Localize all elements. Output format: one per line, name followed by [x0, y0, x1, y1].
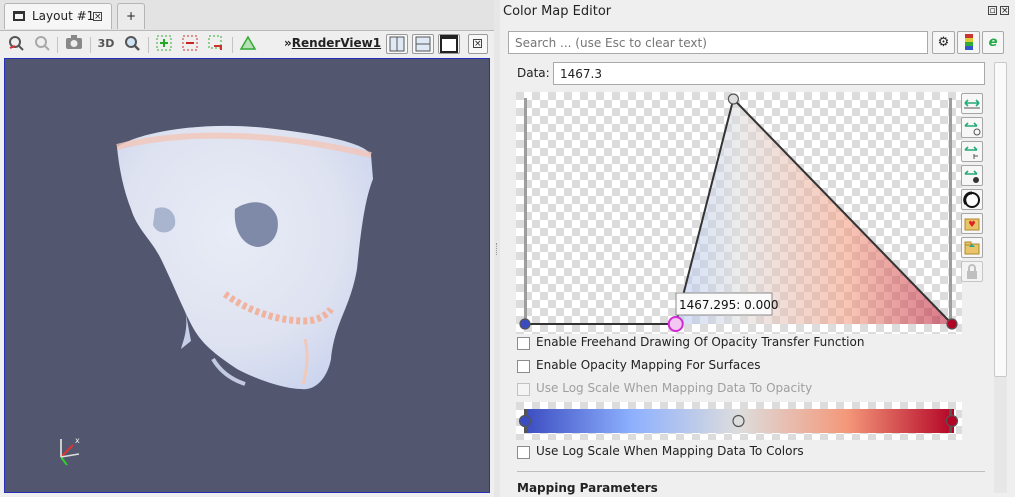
opacity-control-point[interactable]	[946, 318, 958, 330]
point-tooltip: 1467.295: 0.000	[675, 292, 778, 316]
maximize-view-button[interactable]	[438, 34, 460, 54]
select-points-off-icon[interactable]	[180, 34, 200, 54]
toolbar-separator	[90, 37, 91, 53]
opacity-control-point[interactable]	[727, 93, 739, 105]
view-toolbar: 3D »RenderView1 ×	[0, 31, 494, 57]
skull-volume-render	[116, 125, 373, 390]
color-transfer-function-editor[interactable]	[516, 402, 962, 440]
section-divider	[517, 471, 985, 472]
opacity-control-point[interactable]	[519, 318, 531, 330]
save-to-preset-button[interactable]	[961, 213, 983, 234]
render-view-viewport[interactable]: x	[4, 58, 490, 493]
toggle-3d-button[interactable]: 3D	[96, 34, 116, 54]
scrollbar-thumb[interactable]	[994, 62, 1007, 377]
svg-text:x: x	[75, 436, 80, 445]
checkbox-box[interactable]	[517, 383, 530, 396]
screenshot-camera-icon[interactable]	[64, 34, 84, 54]
lock-range-button[interactable]	[961, 261, 983, 282]
color-control-point[interactable]	[945, 414, 959, 428]
advanced-settings-gear-icon[interactable]: ⚙	[932, 31, 955, 54]
rescale-to-data-range-button[interactable]	[961, 93, 983, 114]
checkbox-box[interactable]	[517, 360, 530, 373]
splitter-grip	[496, 243, 499, 255]
select-points-on-icon[interactable]	[154, 34, 174, 54]
float-panel-icon[interactable]: ▫	[988, 6, 997, 16]
tab-label: Layout #1	[32, 9, 95, 23]
layout-tab-bar: Layout #1 × +	[0, 0, 494, 31]
grow-selection-icon[interactable]	[206, 34, 226, 54]
color-control-point[interactable]	[732, 414, 745, 428]
opacity-transfer-function-editor[interactable]: 1467.295: 0.000	[516, 92, 962, 334]
opacity-control-point[interactable]	[667, 316, 684, 332]
interactive-selection-icon[interactable]	[238, 34, 258, 54]
search-input[interactable]	[508, 31, 928, 54]
view-name-label: RenderView1	[291, 36, 382, 50]
toolbar-separator	[57, 37, 58, 53]
color-control-point[interactable]	[518, 414, 532, 428]
load-preset-button[interactable]	[961, 237, 983, 258]
toolbar-separator	[148, 37, 149, 53]
tab-layout-1[interactable]: Layout #1 ×	[4, 3, 112, 29]
render-view-canvas: x	[60, 125, 373, 466]
invert-transfer-function-button[interactable]	[961, 189, 983, 210]
checkbox-label: Enable Opacity Mapping For Surfaces	[536, 358, 761, 372]
checkbox-label: Enable Freehand Drawing Of Opacity Trans…	[536, 335, 865, 349]
panel-title: Color Map Editor	[503, 4, 612, 19]
zoom-to-box-icon[interactable]	[122, 34, 142, 54]
checkbox-box[interactable]	[517, 446, 530, 459]
rescale-visible-range-button[interactable]	[961, 165, 983, 186]
close-icon: ×	[473, 39, 482, 49]
range-min-bar	[524, 98, 527, 325]
split-horizontal-button[interactable]	[386, 34, 408, 54]
checkbox-box[interactable]	[517, 337, 530, 350]
checkbox-label: Use Log Scale When Mapping Data To Color…	[536, 444, 804, 458]
rescale-over-time-button[interactable]	[961, 141, 983, 162]
view-menu-chevron: »	[284, 36, 292, 50]
close-view-button[interactable]: ×	[468, 34, 488, 54]
toolbar-separator	[232, 37, 233, 53]
orientation-axes: x	[60, 436, 80, 466]
window-icon	[13, 11, 25, 21]
close-tab-icon[interactable]: ×	[93, 12, 102, 22]
rescale-to-custom-range-button[interactable]	[961, 117, 983, 138]
data-label: Data:	[517, 66, 550, 80]
choose-preset-icon[interactable]	[957, 31, 980, 54]
range-max-bar	[949, 98, 952, 325]
add-layout-tab-button[interactable]: +	[117, 3, 145, 29]
camera-redo-icon[interactable]	[32, 34, 52, 54]
checkbox-label: Use Log Scale When Mapping Data To Opaci…	[536, 381, 813, 395]
camera-undo-icon[interactable]	[6, 34, 26, 54]
split-vertical-button[interactable]	[412, 34, 434, 54]
help-icon[interactable]: e	[982, 31, 1004, 54]
close-panel-icon[interactable]: ×	[1000, 6, 1009, 16]
render-view-name[interactable]: »RenderView1	[284, 36, 381, 50]
data-value-field[interactable]	[553, 62, 985, 85]
point-tooltip-text: 1467.295: 0.000	[679, 298, 778, 312]
mapping-parameters-header: Mapping Parameters	[517, 481, 658, 495]
